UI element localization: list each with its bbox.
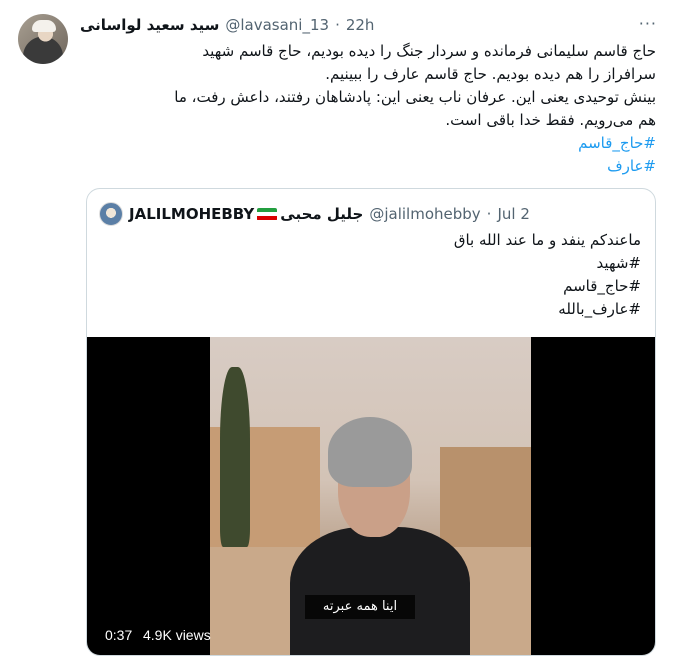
tweet-text: حاج قاسم سلیمانی فرمانده و سردار جنگ را …	[80, 40, 656, 178]
quoted-tweet-date[interactable]: Jul 2	[497, 205, 529, 223]
quoted-hashtag[interactable]: #عارف_بالله	[101, 298, 641, 321]
quoted-tweet-header: JALILMOHEBBY جلیل محبی @jalilmohebby · J…	[99, 202, 530, 226]
quoted-text-line: ماعندکم ینفد و ما عند الله باق	[453, 231, 641, 249]
separator: ·	[335, 16, 340, 34]
quoted-author-name[interactable]: JALILMOHEBBY جلیل محبی	[129, 205, 363, 223]
author-handle[interactable]: @lavasani_13	[225, 16, 329, 34]
quoted-author-name-latin: JALILMOHEBBY	[129, 205, 255, 223]
tweet-header: سید سعید لواسانی @lavasani_13 · 22h	[80, 12, 640, 38]
separator: ·	[486, 205, 492, 223]
quoted-author-handle[interactable]: @jalilmohebby	[369, 205, 480, 223]
hashtag-link[interactable]: #حاج_قاسم	[80, 132, 656, 155]
iran-flag-icon	[257, 207, 278, 221]
author-avatar[interactable]	[18, 14, 68, 64]
quoted-tweet-text: ماعندکم ینفد و ما عند الله باق #شهید #حا…	[101, 229, 641, 321]
author-name[interactable]: سید سعید لواسانی	[80, 16, 219, 34]
quoted-author-name-persian: جلیل محبی	[280, 205, 364, 223]
quoted-hashtag[interactable]: #حاج_قاسم	[101, 275, 641, 298]
more-dots-icon[interactable]: ···	[639, 14, 657, 33]
video-views: 4.9K views	[143, 627, 211, 643]
video-play-area[interactable]	[87, 337, 655, 655]
hashtag-link[interactable]: #عارف	[80, 155, 656, 178]
quoted-author-avatar[interactable]	[99, 202, 123, 226]
quoted-tweet[interactable]: JALILMOHEBBY جلیل محبی @jalilmohebby · J…	[86, 188, 656, 656]
quoted-hashtag[interactable]: #شهید	[101, 252, 641, 275]
tweet-text-line: بینش توحیدی یعنی این. عرفان ناب یعنی این…	[174, 88, 656, 106]
tweet-text-line: هم می‌رویم. فقط خدا باقی است.	[445, 111, 656, 129]
tweet-time[interactable]: 22h	[346, 16, 375, 34]
tweet[interactable]: سید سعید لواسانی @lavasani_13 · 22h ··· …	[0, 0, 677, 666]
video-duration: 0:37	[105, 627, 133, 643]
avatar-turban	[32, 20, 56, 32]
tweet-text-line: حاج قاسم سلیمانی فرمانده و سردار جنگ را …	[202, 42, 656, 60]
tweet-text-line: سرافراز را هم دیده بودیم. حاج قاسم عارف …	[325, 65, 656, 83]
video-player[interactable]: اینا همه عبرته 0:37 4.9K views	[87, 337, 655, 655]
